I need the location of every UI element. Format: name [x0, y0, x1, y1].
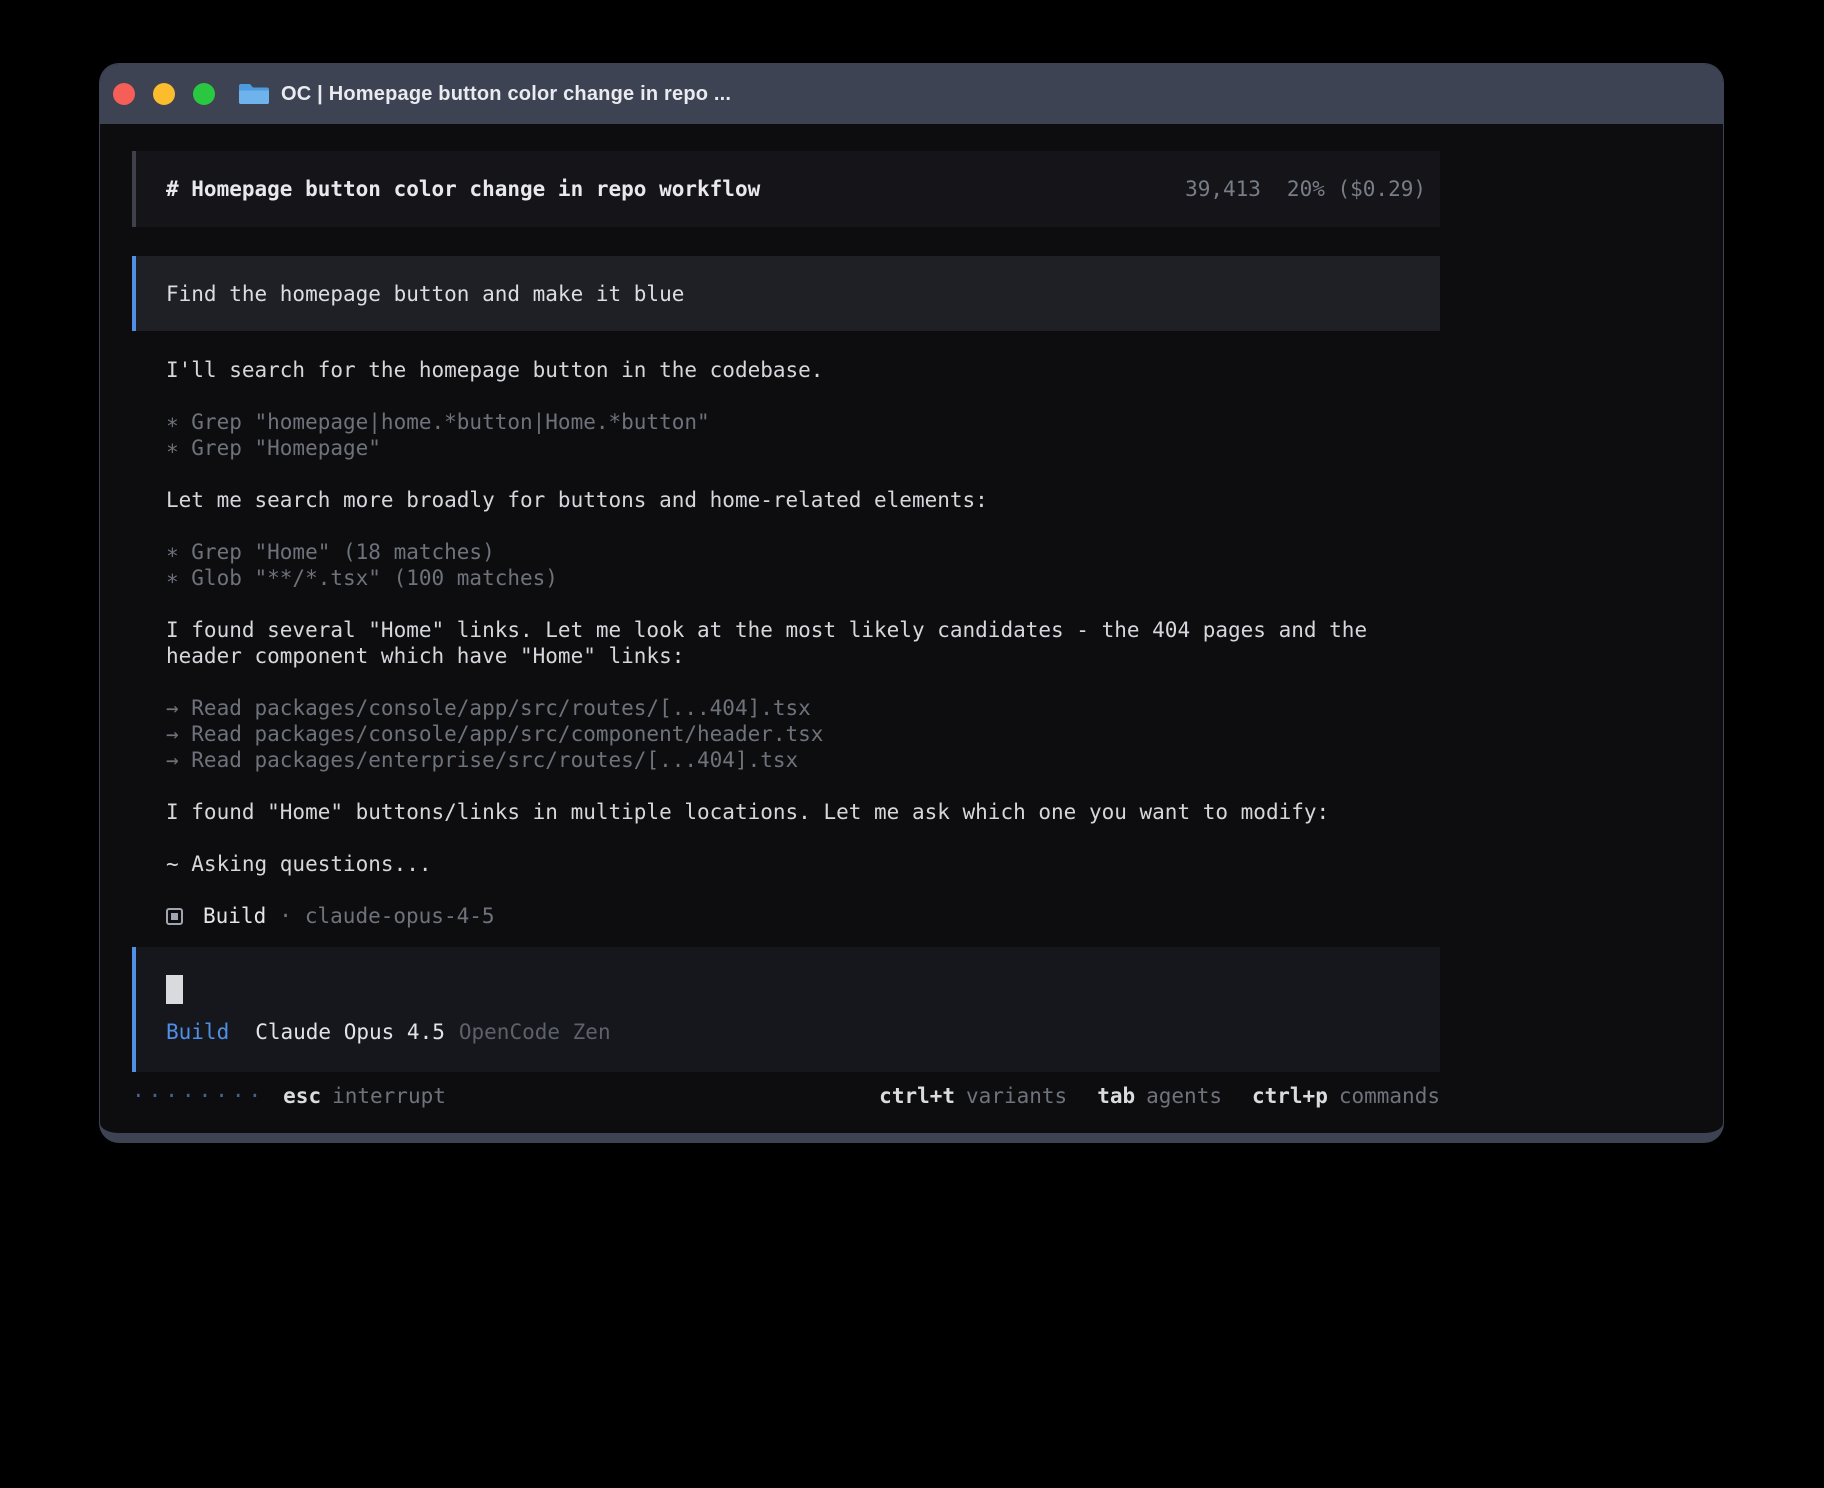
agent-build-icon — [166, 908, 183, 925]
session-stats: 39,413 20% ($0.29) — [1185, 177, 1426, 201]
tool-call-read: → Read packages/console/app/src/componen… — [166, 721, 1440, 747]
tool-call-group: → Read packages/console/app/src/routes/[… — [166, 695, 1440, 773]
input-agent-label: Build — [166, 1020, 229, 1044]
user-message-text: Find the homepage button and make it blu… — [166, 282, 684, 306]
token-count: 39,413 — [1185, 177, 1261, 201]
minimize-button[interactable] — [153, 83, 175, 105]
user-message: Find the homepage button and make it blu… — [132, 256, 1440, 331]
input-provider-label: OpenCode Zen — [459, 1020, 611, 1044]
agent-model: claude-opus-4-5 — [305, 903, 495, 929]
hint-agents: tab agents — [1097, 1084, 1222, 1108]
close-button[interactable] — [113, 83, 135, 105]
tool-call-read: → Read packages/console/app/src/routes/[… — [166, 695, 1440, 721]
assistant-paragraph: I'll search for the homepage button in t… — [166, 357, 1440, 383]
hint-label-commands: commands — [1339, 1084, 1440, 1108]
tool-call-grep: ∗ Grep "Homepage" — [166, 435, 1440, 461]
tool-call-read: → Read packages/enterprise/src/routes/[.… — [166, 747, 1440, 773]
hint-key-tab: tab — [1097, 1084, 1135, 1108]
hint-key-ctrl-p: ctrl+p — [1252, 1084, 1328, 1108]
tool-call-group: ∗ Grep "homepage|home.*button|Home.*butt… — [166, 409, 1440, 461]
status-bar: ········ esc interrupt ctrl+t variants t… — [132, 1084, 1440, 1108]
hint-label-agents: agents — [1146, 1084, 1222, 1108]
hint-label-interrupt: interrupt — [332, 1084, 446, 1108]
text-cursor — [166, 975, 183, 1004]
assistant-paragraph: Let me search more broadly for buttons a… — [166, 487, 1440, 513]
agent-separator: · — [279, 903, 292, 929]
titlebar: OC | Homepage button color change in rep… — [100, 64, 1723, 124]
hint-label-variants: variants — [966, 1084, 1067, 1108]
window-title: OC | Homepage button color change in rep… — [281, 83, 731, 106]
session-title: # Homepage button color change in repo w… — [166, 177, 760, 201]
input-model-label: Claude Opus 4.5 — [255, 1020, 445, 1044]
agent-name: Build — [203, 903, 266, 929]
hint-commands: ctrl+p commands — [1252, 1084, 1440, 1108]
status-bar-left: ········ esc interrupt — [132, 1084, 446, 1108]
tool-call-grep: ∗ Grep "homepage|home.*button|Home.*butt… — [166, 409, 1440, 435]
traffic-lights — [113, 83, 215, 105]
context-usage: 20% ($0.29) — [1287, 177, 1426, 201]
tool-call-grep: ∗ Grep "Home" (18 matches) — [166, 539, 1440, 565]
asking-questions-status: ~ Asking questions... — [166, 851, 1440, 877]
assistant-transcript: I'll search for the homepage button in t… — [132, 357, 1440, 929]
agent-status-line: Build · claude-opus-4-5 — [166, 903, 1440, 929]
tool-call-group: ∗ Grep "Home" (18 matches) ∗ Glob "**/*.… — [166, 539, 1440, 591]
folder-icon — [239, 82, 269, 106]
assistant-paragraph: I found several "Home" links. Let me loo… — [166, 617, 1440, 669]
terminal-window: OC | Homepage button color change in rep… — [99, 63, 1724, 1143]
hint-variants: ctrl+t variants — [879, 1084, 1067, 1108]
session-header: # Homepage button color change in repo w… — [132, 151, 1440, 227]
status-bar-right: ctrl+t variants tab agents ctrl+p comman… — [879, 1084, 1440, 1108]
assistant-paragraph: I found "Home" buttons/links in multiple… — [166, 799, 1440, 825]
zoom-button[interactable] — [193, 83, 215, 105]
prompt-input[interactable]: Build Claude Opus 4.5 OpenCode Zen — [132, 947, 1440, 1072]
hint-key-esc: esc — [283, 1084, 321, 1108]
hint-key-ctrl-t: ctrl+t — [879, 1084, 955, 1108]
spinner-dots: ········ — [132, 1084, 265, 1108]
tool-call-glob: ∗ Glob "**/*.tsx" (100 matches) — [166, 565, 1440, 591]
hint-interrupt: esc interrupt — [283, 1084, 446, 1108]
terminal-content: # Homepage button color change in repo w… — [100, 124, 1723, 1133]
input-meta: Build Claude Opus 4.5 OpenCode Zen — [166, 1020, 1440, 1044]
